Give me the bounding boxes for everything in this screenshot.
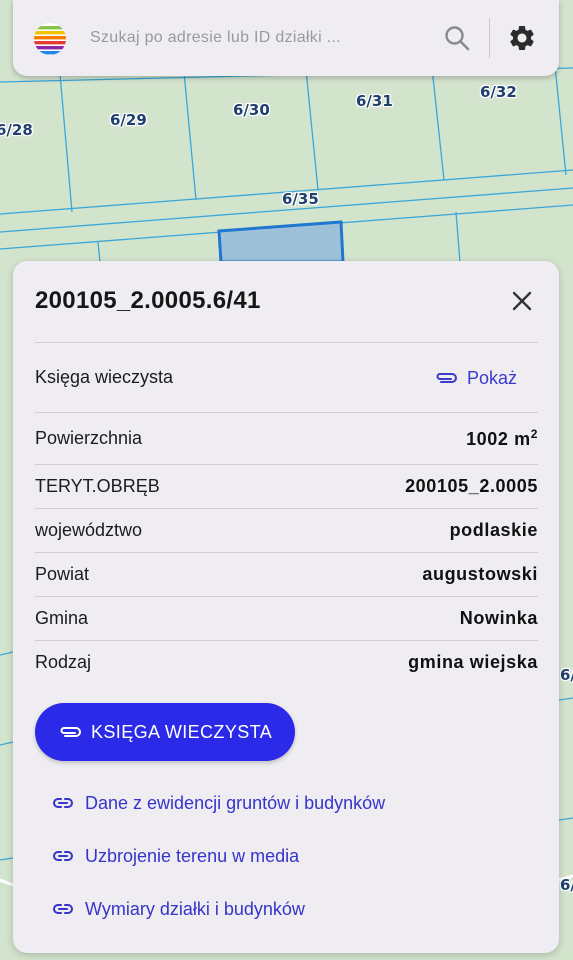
- area-number: 1002 m: [466, 429, 531, 449]
- parcel-details-panel: 200105_2.0005.6/41 Księga wieczysta Poka…: [13, 261, 559, 953]
- divider: [35, 464, 538, 465]
- divider: [35, 508, 538, 509]
- parcel-label: 6/31: [356, 92, 393, 110]
- info-row-label: Gmina: [35, 608, 89, 628]
- search-input[interactable]: [90, 22, 430, 54]
- divider: [35, 596, 538, 597]
- parcel-label: 6/: [560, 876, 573, 894]
- kw-button-label: KSIĘGA WIECZYSTA: [91, 721, 273, 742]
- area-label: Powierzchnia: [35, 428, 143, 448]
- parcel-label: 6/35: [282, 190, 319, 208]
- parcel-label: 6/32: [480, 83, 517, 101]
- kw-row-label: Księga wieczysta: [35, 367, 174, 387]
- link-land-registry-data[interactable]: Dane z ewidencji gruntów i budynków: [51, 791, 385, 815]
- search-bar: [13, 0, 559, 76]
- info-row-label: Rodzaj: [35, 652, 92, 672]
- info-row-value: Nowinka: [459, 608, 538, 628]
- parcel-label: 6/29: [110, 111, 147, 129]
- link-icon: [53, 904, 73, 914]
- info-row-value: augustowski: [422, 564, 538, 584]
- link-icon: [53, 851, 73, 861]
- parcel-id-title: 200105_2.0005.6/41: [35, 287, 261, 314]
- link-dimensions[interactable]: Wymiary działki i budynków: [51, 897, 305, 921]
- parcel-label: 6/28: [0, 121, 33, 139]
- kw-button[interactable]: KSIĘGA WIECZYSTA: [35, 703, 295, 761]
- info-row-value: gmina wiejska: [408, 652, 538, 672]
- attachment-icon: [436, 373, 457, 383]
- parcel-label: 6/1: [560, 666, 573, 684]
- area-unit-exponent: 2: [530, 427, 538, 441]
- link-utilities[interactable]: Uzbrojenie terenu w media: [51, 844, 299, 868]
- link-label: Uzbrojenie terenu w media: [85, 845, 300, 866]
- kw-show-label: Pokaż: [466, 367, 517, 388]
- search-icon[interactable]: [443, 24, 471, 52]
- link-label: Dane z ewidencji gruntów i budynków: [85, 792, 386, 813]
- info-row-label: Powiat: [35, 564, 90, 584]
- close-icon[interactable]: [510, 289, 534, 313]
- area-value: 1002 m2: [466, 427, 538, 450]
- kw-show-link[interactable]: Pokaż: [433, 365, 517, 391]
- info-row-label: TERYT.OBRĘB: [35, 476, 160, 496]
- info-row-label: województwo: [35, 520, 143, 540]
- info-row-value: 200105_2.0005: [405, 476, 538, 496]
- link-icon: [53, 798, 73, 808]
- divider: [35, 342, 538, 343]
- divider: [35, 552, 538, 553]
- link-label: Wymiary działki i budynków: [85, 898, 305, 919]
- divider: [35, 640, 538, 641]
- app-logo-icon: [34, 23, 66, 55]
- gear-icon[interactable]: [507, 23, 537, 53]
- divider: [35, 412, 538, 413]
- attachment-icon: [60, 727, 81, 737]
- info-row-value: podlaskie: [449, 520, 538, 540]
- search-divider: [489, 18, 490, 58]
- parcel-label: 6/30: [233, 101, 270, 119]
